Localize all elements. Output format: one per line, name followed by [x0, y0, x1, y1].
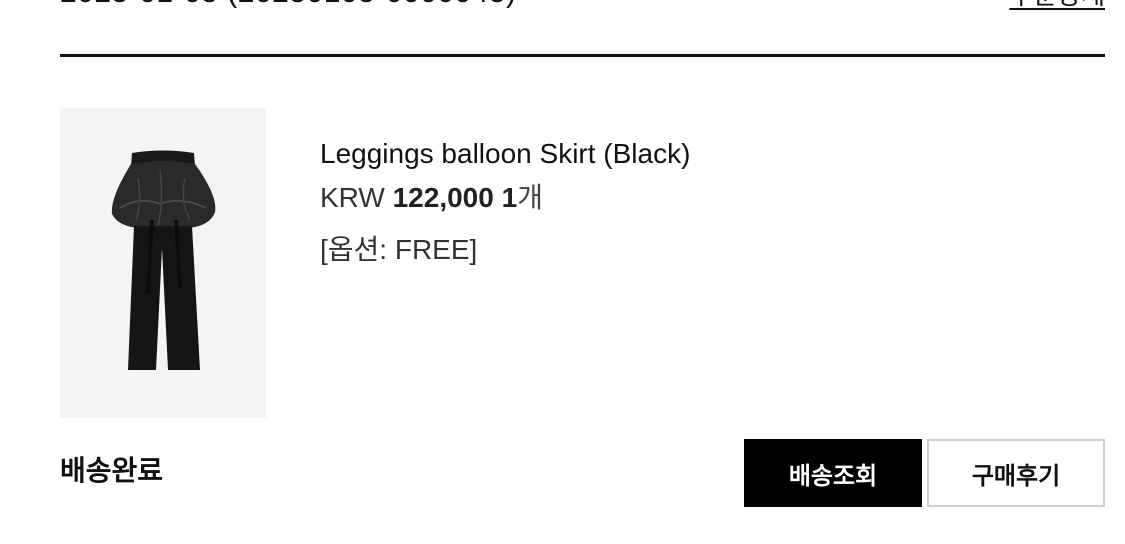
order-detail-link[interactable]: 주문상세	[1009, 0, 1105, 12]
product-option: [옵션: FREE]	[320, 234, 478, 265]
order-date: 2025-01-05 (20250105-0000045)	[60, 0, 517, 10]
track-delivery-button[interactable]: 배송조회	[744, 439, 922, 507]
product-image[interactable]	[60, 108, 266, 418]
order-header: 2025-01-05 (20250105-0000045) 주문상세	[60, 0, 1105, 10]
quantity-unit: 개	[517, 182, 543, 213]
balloon-skirt-leggings-image	[111, 150, 216, 370]
product-info: Leggings balloon Skirt (Black) KRW 122,0…	[320, 136, 690, 268]
write-review-button[interactable]: 구매후기	[927, 439, 1105, 507]
quantity-value: 1	[501, 182, 518, 213]
price-currency: KRW	[320, 182, 385, 213]
product-price: KRW 122,000 1개	[320, 180, 690, 216]
price-amount: 122,000	[392, 182, 494, 213]
product-name[interactable]: Leggings balloon Skirt (Black)	[320, 136, 690, 172]
header-divider	[60, 54, 1105, 57]
order-item-page: 2025-01-05 (20250105-0000045) 주문상세 Leggi…	[0, 0, 1125, 544]
delivery-status: 배송완료	[60, 455, 164, 486]
